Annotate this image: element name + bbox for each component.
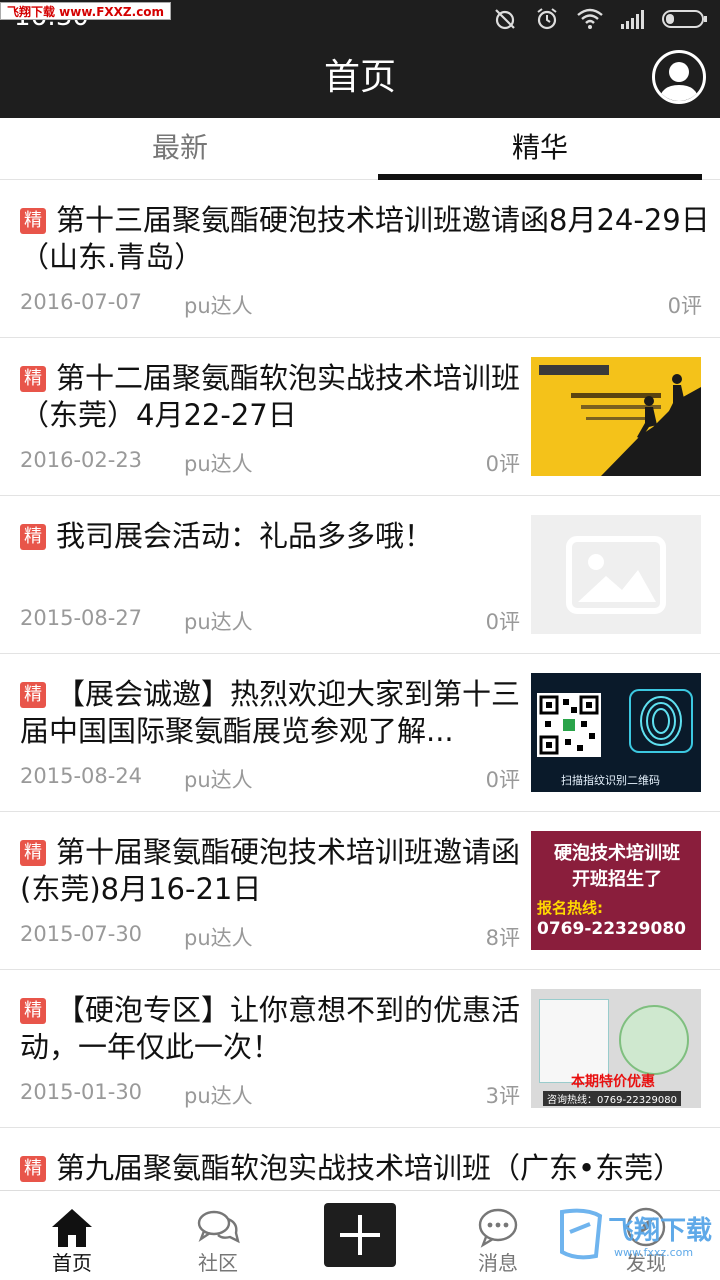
nav-messages-label: 消息 [478, 1251, 518, 1275]
nav-add[interactable] [288, 1191, 432, 1280]
article-comments: 3评 [485, 1084, 520, 1108]
image-placeholder-icon [566, 535, 666, 614]
article-author: pu达人 [184, 452, 253, 476]
fingerprint-icon [629, 689, 693, 753]
thumb-subheadline: 开班招生了 [572, 869, 662, 890]
article-thumbnail: 扫描指纹识别二维码 [531, 673, 701, 792]
qr-code-icon [539, 695, 599, 755]
article-thumbnail: 本期特价优惠 咨询热线：0769-22329080 [531, 989, 701, 1108]
qr-code [537, 693, 601, 757]
article-author: pu达人 [184, 1084, 253, 1108]
message-icon [478, 1208, 518, 1248]
article-title-text: 【硬泡专区】让你意想不到的优惠活动，一年仅此一次！ [20, 993, 521, 1064]
news-list[interactable]: 精第十三届聚氨酯硬泡技术培训班邀请函8月24-29日（山东.青岛） 2016-0… [0, 180, 720, 1190]
status-icons [492, 6, 708, 32]
article-title: 精第九届聚氨酯软泡实战技术培训班（广东•东莞） [20, 1150, 710, 1187]
tab-bar: 最新 精华 [0, 118, 720, 180]
article-thumbnail [531, 515, 701, 634]
article-title: 精【展会诚邀】热烈欢迎大家到第十三届中国国际聚氨酯展览参观了解... [20, 676, 520, 750]
featured-tag: 精 [20, 840, 46, 866]
home-icon [52, 1209, 92, 1247]
featured-tag: 精 [20, 1156, 46, 1182]
nav-community-label: 社区 [198, 1251, 238, 1275]
article-title-text: 第十届聚氨酯硬泡技术培训班邀请函(东莞)8月16-21日 [20, 835, 521, 906]
thumb-hotline-number: 0769-22329080 [537, 919, 686, 939]
article-date: 2016-02-23 [20, 448, 143, 472]
avatar[interactable] [652, 50, 706, 104]
article-author: pu达人 [184, 294, 253, 318]
app-header: 首页 [0, 38, 720, 118]
article-date: 2016-07-07 [20, 290, 143, 314]
article-date: 2015-07-30 [20, 922, 143, 946]
article-comments: 0评 [485, 768, 520, 792]
nav-community[interactable]: 社区 [146, 1191, 290, 1280]
article-comments: 0评 [667, 294, 702, 318]
alarm-off-icon [495, 9, 515, 30]
nav-home[interactable]: 首页 [0, 1191, 144, 1280]
tab-featured[interactable]: 精华 [360, 118, 720, 180]
page-title: 首页 [323, 57, 396, 98]
list-item[interactable]: 精我司展会活动：礼品多多哦！ 2015-08-27 pu达人 0评 [0, 496, 720, 654]
article-title-text: 第十二届聚氨酯软泡实战技术培训班（东莞）4月22-27日 [20, 361, 521, 432]
article-title: 精第十届聚氨酯硬泡技术培训班邀请函(东莞)8月16-21日 [20, 834, 520, 908]
add-post-button[interactable] [324, 1203, 396, 1267]
list-item[interactable]: 精第十三届聚氨酯硬泡技术培训班邀请函8月24-29日（山东.青岛） 2016-0… [0, 180, 720, 338]
article-comments: 8评 [485, 926, 520, 950]
article-author: pu达人 [184, 610, 253, 634]
article-date: 2015-01-30 [20, 1080, 143, 1104]
featured-tag: 精 [20, 998, 46, 1024]
battery-icon [662, 10, 707, 28]
featured-tag: 精 [20, 524, 46, 550]
status-bar: 16:30 飞翔下载 www.FXXZ.com [0, 0, 720, 38]
featured-tag: 精 [20, 682, 46, 708]
featured-tag: 精 [20, 208, 46, 234]
watermark-text: 飞翔下载 [608, 1216, 713, 1246]
nav-home-label: 首页 [52, 1251, 92, 1275]
article-title: 精【硬泡专区】让你意想不到的优惠活动，一年仅此一次！ [20, 992, 520, 1066]
article-title: 精我司展会活动：礼品多多哦！ [20, 518, 520, 555]
article-date: 2015-08-24 [20, 764, 143, 788]
watermark-bottom: 飞翔下载 www.fxxz.com [556, 1196, 716, 1274]
featured-tag: 精 [20, 366, 46, 392]
article-title: 精第十二届聚氨酯软泡实战技术培训班（东莞）4月22-27日 [20, 360, 520, 434]
article-date: 2015-08-27 [20, 606, 143, 630]
article-thumbnail: 硬泡技术培训班 开班招生了 报名热线: 0769-22329080 [531, 831, 701, 950]
climbers-silhouette-icon [601, 374, 701, 476]
alarm-icon [537, 8, 557, 30]
article-comments: 0评 [485, 452, 520, 476]
article-comments: 0评 [485, 610, 520, 634]
list-item[interactable]: 精【展会诚邀】热烈欢迎大家到第十三届中国国际聚氨酯展览参观了解... 2015-… [0, 654, 720, 812]
article-title-text: 第十三届聚氨酯硬泡技术培训班邀请函8月24-29日（山东.青岛） [20, 203, 710, 274]
article-title: 精第十三届聚氨酯硬泡技术培训班邀请函8月24-29日（山东.青岛） [20, 202, 710, 276]
article-title-text: 我司展会活动：礼品多多哦！ [56, 519, 434, 553]
nav-messages[interactable]: 消息 [426, 1191, 570, 1280]
list-item[interactable]: 精【硬泡专区】让你意想不到的优惠活动，一年仅此一次！ 2015-01-30 pu… [0, 970, 720, 1128]
watermark-top: 飞翔下载 www.FXXZ.com [0, 2, 172, 20]
thumb-promo-text: 本期特价优惠 [571, 1074, 655, 1090]
article-title-text: 【展会诚邀】热烈欢迎大家到第十三届中国国际聚氨酯展览参观了解... [20, 677, 521, 748]
wifi-icon [577, 8, 603, 29]
thumb-headline: 硬泡技术培训班 [554, 843, 680, 864]
thumb-promo-phone: 咨询热线：0769-22329080 [543, 1091, 681, 1106]
qr-caption: 扫描指纹识别二维码 [561, 774, 660, 787]
plus-icon [340, 1215, 380, 1255]
chat-bubbles-icon [197, 1210, 240, 1244]
article-thumbnail [531, 357, 701, 476]
tab-latest[interactable]: 最新 [0, 118, 360, 180]
signal-icon [621, 10, 644, 29]
cd-disc-icon [619, 1005, 689, 1075]
article-author: pu达人 [184, 926, 253, 950]
watermark-url: www.fxxz.com [614, 1246, 694, 1259]
article-title-text: 第九届聚氨酯软泡实战技术培训班（广东•东莞） [56, 1151, 683, 1185]
list-item[interactable]: 精第十届聚氨酯硬泡技术培训班邀请函(东莞)8月16-21日 2015-07-30… [0, 812, 720, 970]
list-item[interactable]: 精第九届聚氨酯软泡实战技术培训班（广东•东莞） [0, 1128, 720, 1190]
article-author: pu达人 [184, 768, 253, 792]
list-item[interactable]: 精第十二届聚氨酯软泡实战技术培训班（东莞）4月22-27日 2016-02-23… [0, 338, 720, 496]
user-icon [659, 62, 699, 101]
watermark-logo-icon [560, 1208, 603, 1260]
thumb-hotline-label: 报名热线: [537, 899, 603, 917]
